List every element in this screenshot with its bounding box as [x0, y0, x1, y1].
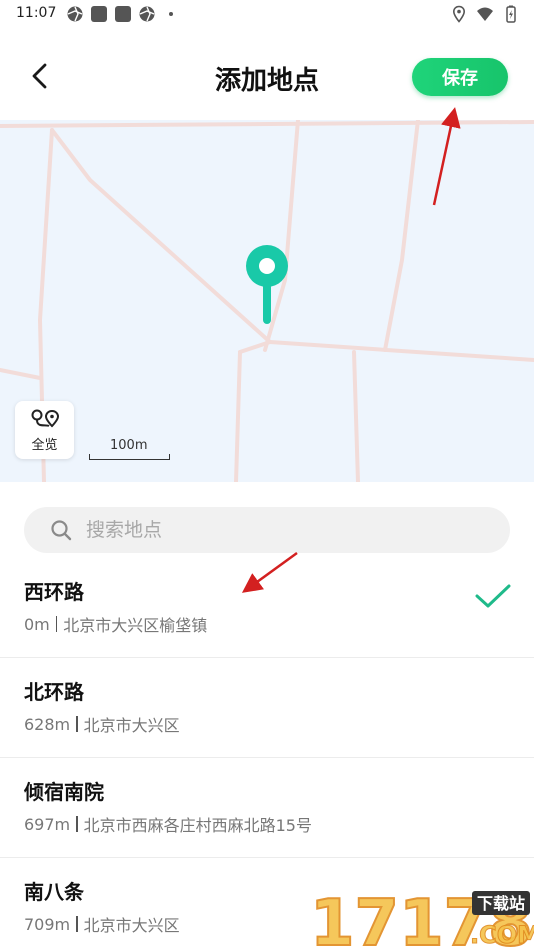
- place-distance: 697m: [24, 814, 71, 834]
- battery-icon: [506, 5, 516, 23]
- wifi-icon: [477, 7, 493, 21]
- place-address: 北京市西麻各庄村西麻北路15号: [83, 816, 312, 835]
- system-icons: [450, 5, 520, 23]
- search-icon: [51, 520, 72, 541]
- place-detail: 709m 北京市大兴区: [24, 912, 180, 936]
- place-distance: 709m: [24, 914, 71, 934]
- place-address: 北京市大兴区: [83, 716, 180, 735]
- place-detail: 628m 北京市大兴区: [24, 712, 180, 736]
- watermark-tag: 下载站: [477, 894, 525, 913]
- divider: [55, 616, 58, 632]
- map-scale-label: 100m: [110, 438, 148, 453]
- search-box[interactable]: [24, 507, 510, 553]
- app-square-icon: [91, 6, 107, 22]
- search-input[interactable]: [86, 519, 466, 541]
- check-icon: [475, 584, 511, 608]
- aperture-icon: [67, 6, 83, 22]
- place-detail: 0m 北京市大兴区榆垡镇: [24, 612, 207, 636]
- map-view[interactable]: 全览 100m: [0, 120, 534, 482]
- place-item[interactable]: 倾宿南院 697m 北京市西麻各庄村西麻北路15号: [0, 758, 534, 858]
- watermark-logo: 17178 下载站 .COM: [309, 886, 534, 950]
- place-address: 北京市大兴区: [83, 916, 180, 935]
- more-dot-icon: [169, 12, 173, 16]
- route-overview-icon: [31, 409, 59, 427]
- location-icon: [452, 5, 466, 23]
- notification-icons: [66, 5, 180, 23]
- watermark-domain: .COM: [470, 921, 534, 949]
- place-name: 西环路: [24, 580, 84, 604]
- chevron-left-icon: [32, 63, 47, 89]
- app-square-icon: [115, 6, 131, 22]
- divider: [76, 716, 78, 732]
- place-item[interactable]: 西环路 0m 北京市大兴区榆垡镇: [0, 558, 534, 658]
- place-detail: 697m 北京市西麻各庄村西麻北路15号: [24, 812, 312, 836]
- place-name: 北环路: [24, 680, 84, 704]
- place-name: 南八条: [24, 880, 84, 904]
- place-item[interactable]: 北环路 628m 北京市大兴区: [0, 658, 534, 758]
- location-pin-icon: [246, 245, 288, 324]
- place-name: 倾宿南院: [24, 780, 104, 804]
- status-bar: 11:07: [0, 0, 534, 28]
- overview-label: 全览: [31, 437, 58, 453]
- aperture-icon: [139, 6, 155, 22]
- divider: [76, 916, 78, 932]
- nav-bar: 添加地点 保存: [0, 28, 534, 120]
- divider: [76, 816, 78, 832]
- place-distance: 0m: [24, 614, 50, 634]
- place-address: 北京市大兴区榆垡镇: [63, 616, 208, 635]
- overview-button[interactable]: 全览: [15, 401, 74, 459]
- save-button[interactable]: 保存: [412, 58, 508, 96]
- status-time: 11:07: [16, 5, 57, 21]
- place-distance: 628m: [24, 714, 71, 734]
- map-scale-bar: [89, 454, 170, 460]
- back-button[interactable]: [22, 58, 58, 94]
